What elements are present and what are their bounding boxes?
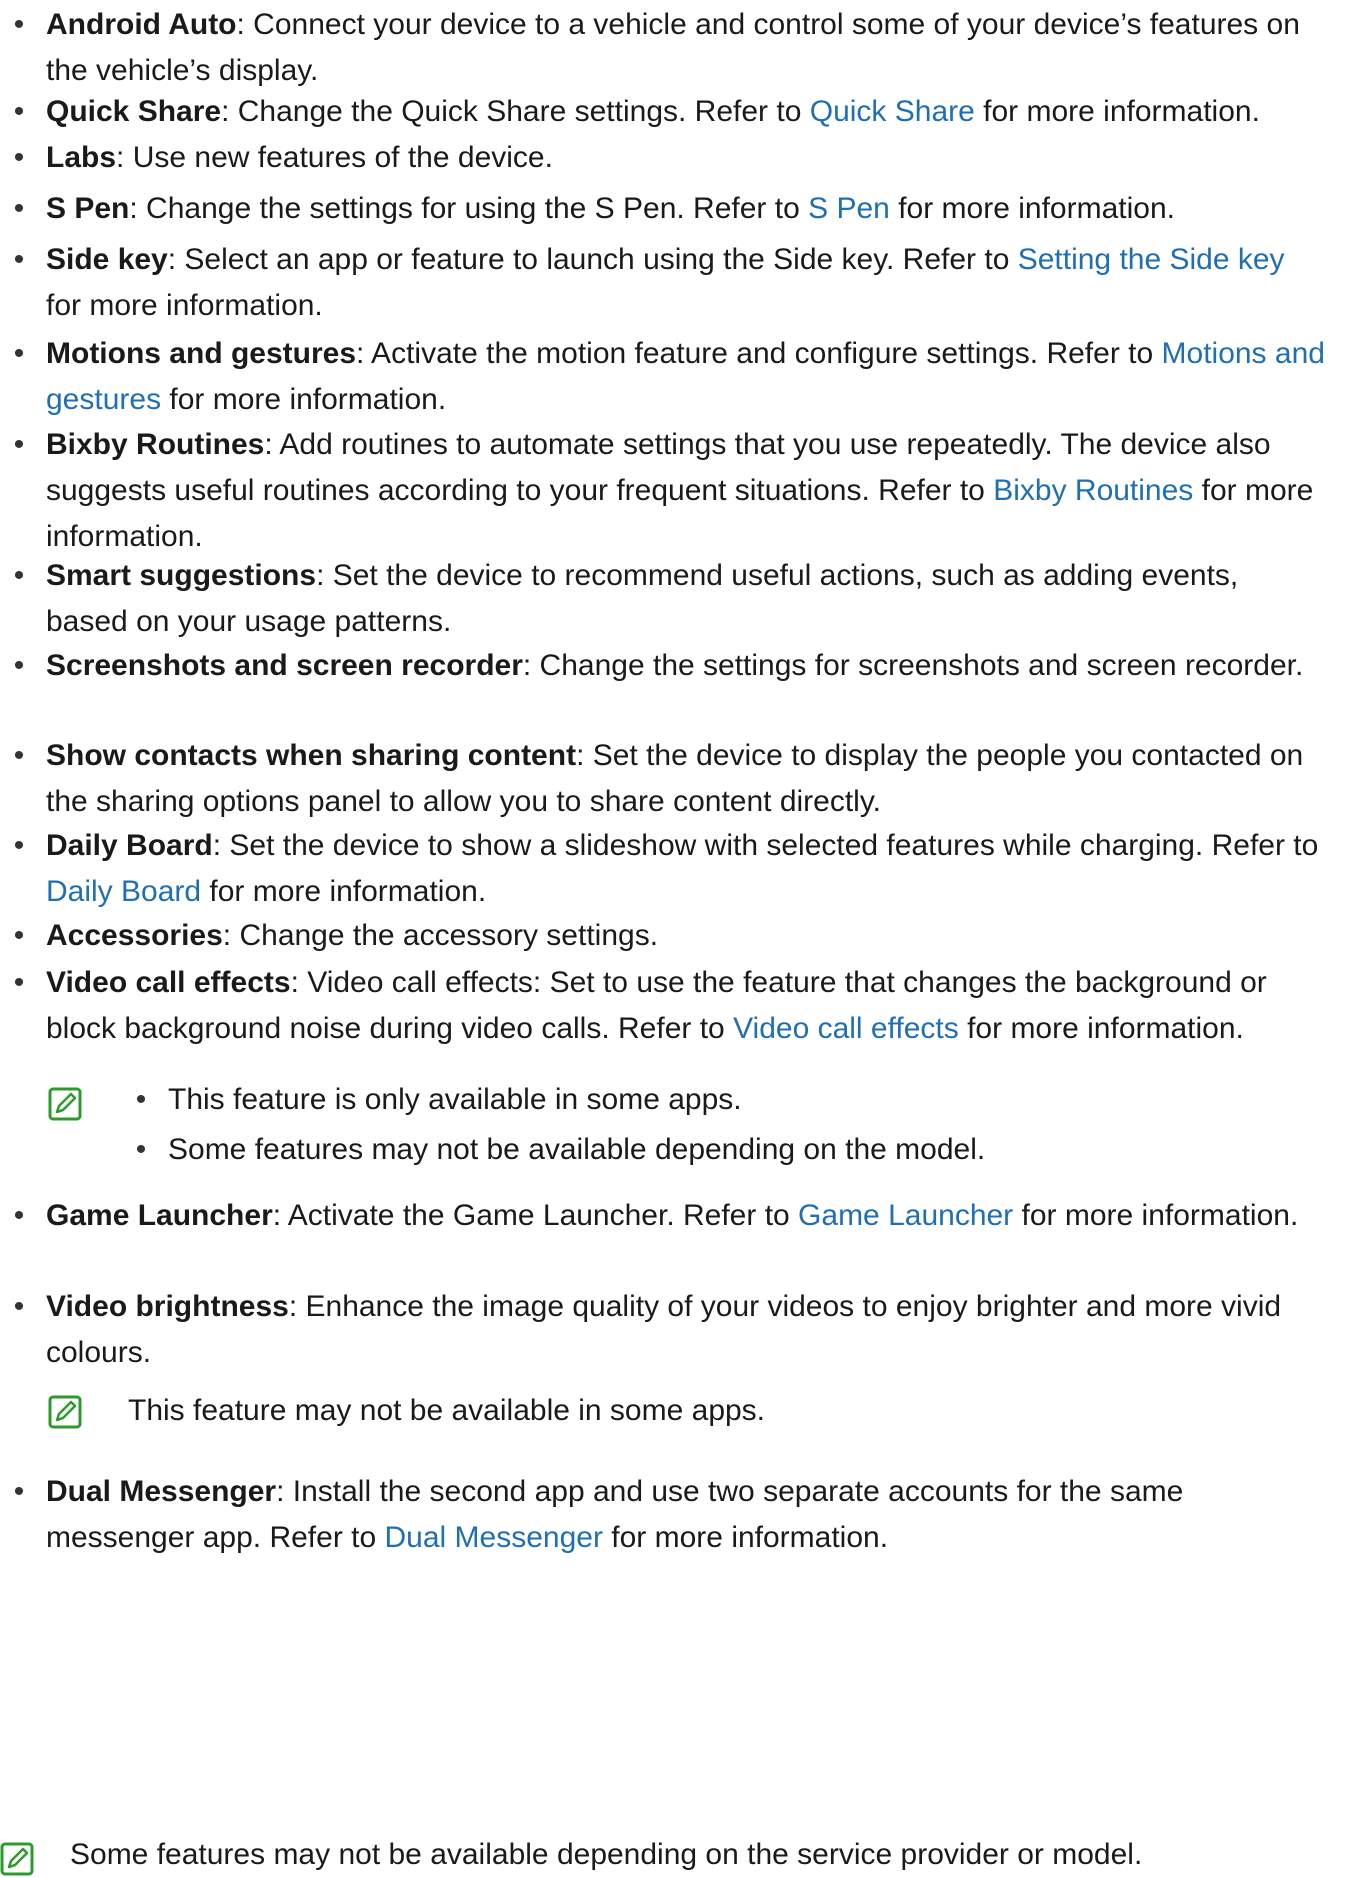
note-text: Some features may not be available depen… <box>168 1133 986 1166</box>
list-item-show-contacts: • Show contacts when sharing content: Se… <box>14 733 1326 825</box>
item-description: : Activate the motion feature and config… <box>356 337 1162 370</box>
bullet: • <box>13 559 25 592</box>
item-description: for more information. <box>602 1521 889 1554</box>
bullet: • <box>13 966 25 999</box>
list-item-video-call-effects: • Video call effects: Video call effects… <box>14 960 1326 1052</box>
bullet: • <box>13 1475 25 1508</box>
bullet: • <box>13 8 25 41</box>
link-bixby-routines[interactable]: Bixby Routines <box>993 474 1193 507</box>
item-description: : Activate the Game Launcher. Refer to <box>272 1199 799 1232</box>
bullet: • <box>13 739 25 772</box>
item-title: Android Auto <box>46 8 237 41</box>
list-item-video-brightness: • Video brightness: Enhance the image qu… <box>14 1284 1326 1376</box>
note-icon <box>48 1087 82 1121</box>
item-title: Show contacts when sharing content <box>46 739 577 772</box>
item-title: Video brightness <box>46 1290 289 1323</box>
note-text: This feature may not be available in som… <box>128 1394 766 1427</box>
item-description: for more information. <box>201 875 487 908</box>
item-title: Dual Messenger <box>46 1475 277 1508</box>
item-title: Bixby Routines <box>46 428 265 461</box>
list-item-screenshots: • Screenshots and screen recorder: Chang… <box>14 643 1326 689</box>
item-description: for more information. <box>958 1012 1244 1045</box>
item-description: : Set the device to show a slideshow wit… <box>212 829 1319 862</box>
list-item-daily-board: • Daily Board: Set the device to show a … <box>14 823 1326 915</box>
bullet: • <box>13 649 25 682</box>
link-video-call-effects[interactable]: Video call effects <box>733 1012 959 1045</box>
bullet: • <box>13 243 25 276</box>
list-item-smart-suggestions: • Smart suggestions: Set the device to r… <box>14 553 1326 645</box>
item-description: for more information. <box>46 289 323 322</box>
bullet: • <box>13 829 25 862</box>
list-item-game-launcher: • Game Launcher: Activate the Game Launc… <box>14 1193 1326 1239</box>
item-title: Motions and gestures <box>46 337 357 370</box>
bullet: • <box>13 1199 25 1232</box>
link-quick-share[interactable]: Quick Share <box>810 95 975 128</box>
bullet: • <box>13 141 25 174</box>
link-dual-messenger[interactable]: Dual Messenger <box>385 1521 603 1554</box>
list-item-accessories: • Accessories: Change the accessory sett… <box>14 913 1326 959</box>
note-icon <box>0 1842 34 1876</box>
item-description: : Select an app or feature to launch usi… <box>167 243 1018 276</box>
item-description: for more information. <box>889 192 1175 225</box>
list-item-motions: • Motions and gestures: Activate the mot… <box>14 331 1326 423</box>
item-description: : Change the settings for screenshots an… <box>522 649 1304 682</box>
bullet: • <box>13 919 25 952</box>
note-item: • This feature is only available in some… <box>136 1077 742 1123</box>
bullet: • <box>13 337 25 370</box>
link-s-pen[interactable]: S Pen <box>808 192 890 225</box>
link-game-launcher[interactable]: Game Launcher <box>798 1199 1013 1232</box>
footer-note: Some features may not be available depen… <box>70 1838 1143 1871</box>
item-description: for more information. <box>1013 1199 1299 1232</box>
item-description: : Use new features of the device. <box>116 141 553 174</box>
bullet: • <box>13 428 25 461</box>
note-item: • Some features may not be available dep… <box>136 1127 986 1173</box>
bullet: • <box>135 1083 147 1116</box>
item-title: Screenshots and screen recorder <box>46 649 523 682</box>
item-title: Game Launcher <box>46 1199 273 1232</box>
note-text: This feature is only available in some a… <box>168 1083 742 1116</box>
list-item-side-key: • Side key: Select an app or feature to … <box>14 237 1326 329</box>
note-icon <box>48 1395 82 1429</box>
item-title: Accessories <box>46 919 223 952</box>
item-description: : Change the accessory settings. <box>222 919 659 952</box>
link-daily-board[interactable]: Daily Board <box>46 875 201 908</box>
link-setting-side-key[interactable]: Setting the Side key <box>1018 243 1285 276</box>
item-description: for more information. <box>161 383 447 416</box>
list-item-dual-messenger: • Dual Messenger: Install the second app… <box>14 1469 1326 1561</box>
item-description: : Change the Quick Share settings. Refer… <box>221 95 810 128</box>
bullet: • <box>135 1133 147 1166</box>
item-title: S Pen <box>46 192 130 225</box>
list-item-bixby-routines: • Bixby Routines: Add routines to automa… <box>14 422 1326 560</box>
list-item-labs: • Labs: Use new features of the device. <box>14 135 1326 181</box>
item-description: : Change the settings for using the S Pe… <box>129 192 809 225</box>
bullet: • <box>13 192 25 225</box>
list-item-quick-share: • Quick Share: Change the Quick Share se… <box>14 89 1326 135</box>
item-description: for more information. <box>974 95 1260 128</box>
item-title: Labs <box>46 141 117 174</box>
bullet: • <box>13 95 25 128</box>
list-item-android-auto: • Android Auto: Connect your device to a… <box>14 2 1326 94</box>
item-title: Video call effects <box>46 966 291 999</box>
item-title: Side key <box>46 243 168 276</box>
item-title: Daily Board <box>46 829 213 862</box>
bullet: • <box>13 1290 25 1323</box>
item-title: Quick Share <box>46 95 222 128</box>
list-item-s-pen: • S Pen: Change the settings for using t… <box>14 186 1326 232</box>
item-title: Smart suggestions <box>46 559 317 592</box>
